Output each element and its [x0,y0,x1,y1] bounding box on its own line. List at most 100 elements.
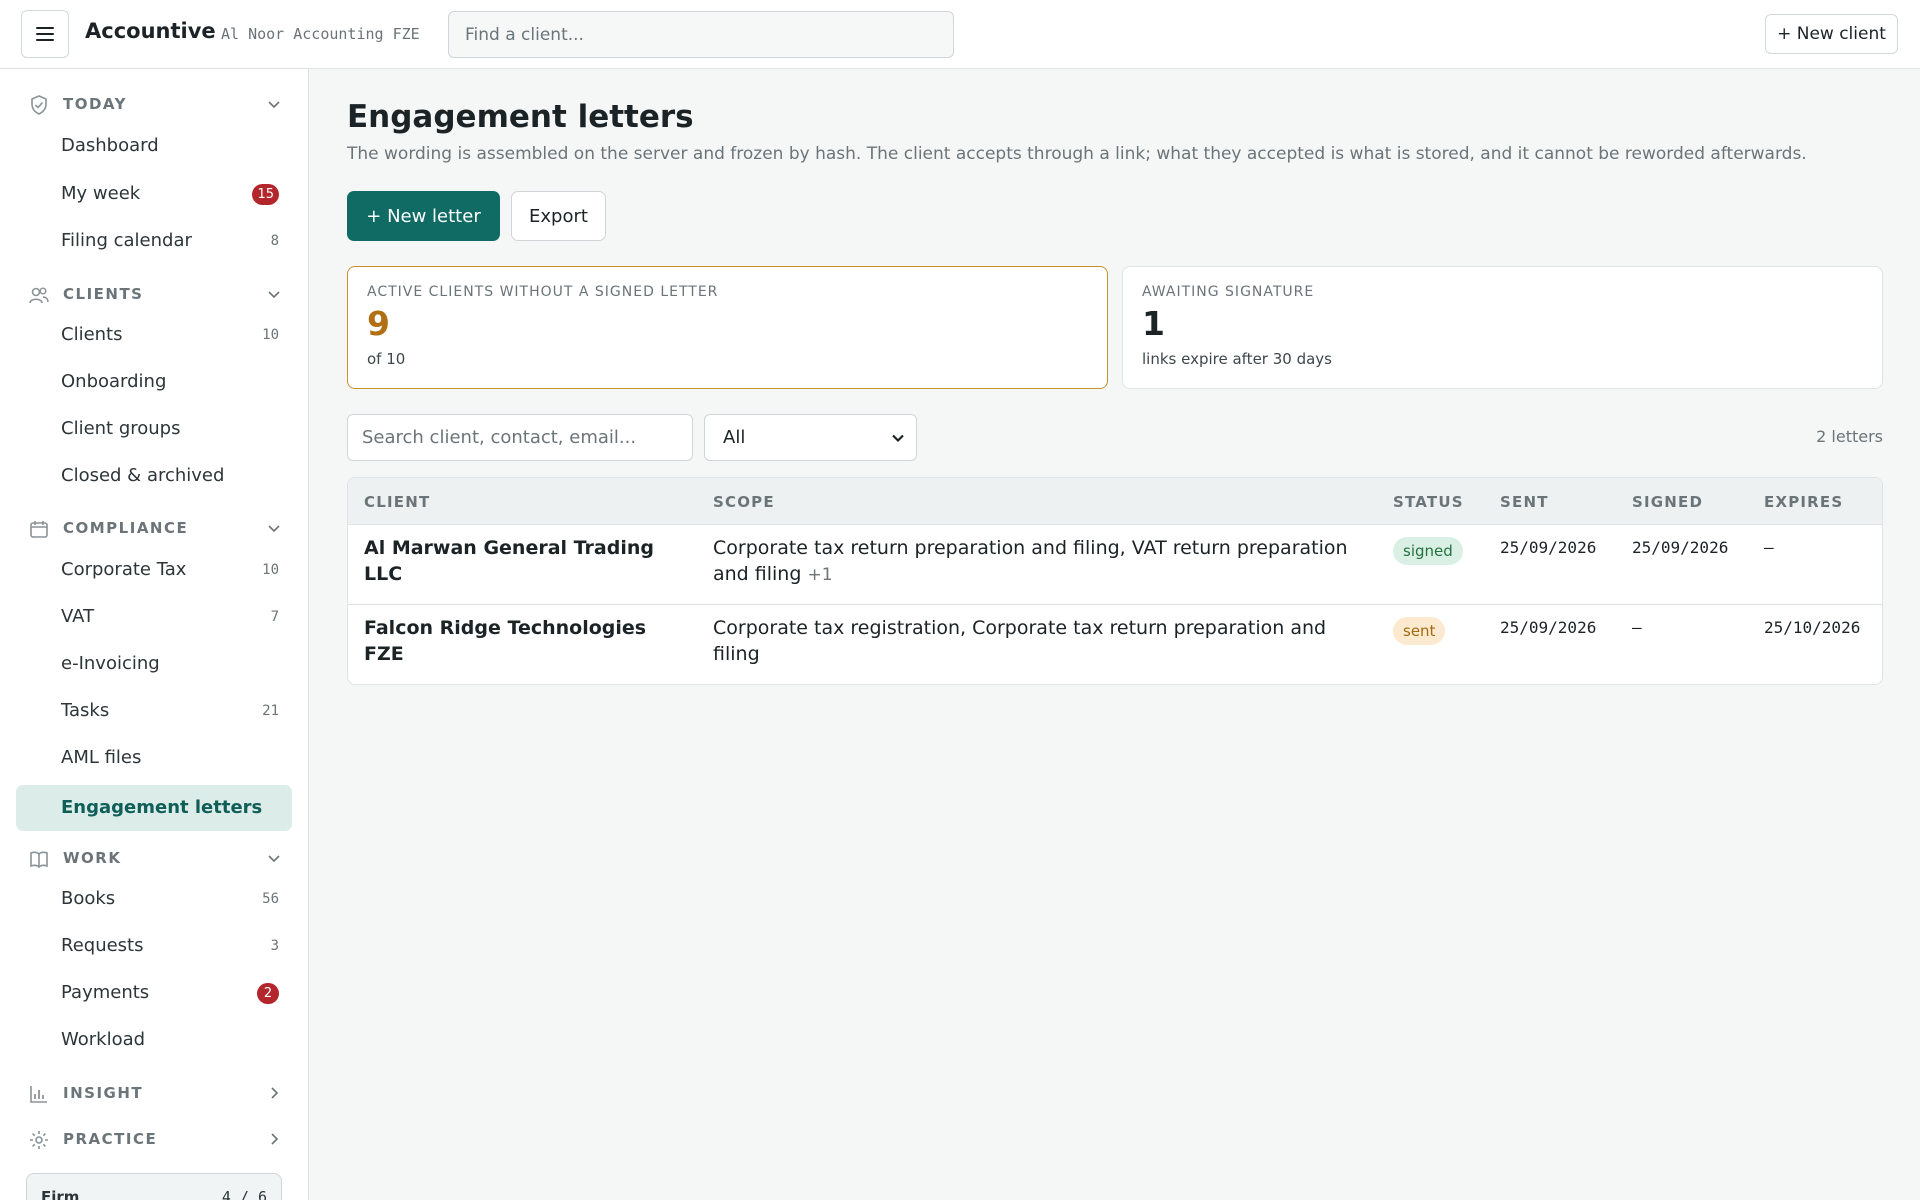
sidebar: TODAY Dashboard My week 15 Filing calend… [0,69,309,1200]
sidebar-section-insight[interactable]: INSIGHT [0,1075,308,1111]
new-letter-button[interactable]: + New letter [347,191,500,241]
sidebar-item-payments[interactable]: Payments 2 [16,970,292,1016]
top-bar: Accountive Al Noor Accounting FZE + New … [0,0,1920,69]
sidebar-item-corporate-tax[interactable]: Corporate Tax 10 [16,547,292,593]
stat-card-unsigned[interactable]: ACTIVE CLIENTS WITHOUT A SIGNED LETTER 9… [347,266,1108,389]
sidebar-item-label: Dashboard [61,135,159,156]
sent-date: 25/09/2026 [1500,538,1597,557]
status-badge: sent [1393,617,1446,645]
sidebar-item-label: Engagement letters [61,797,263,818]
sidebar-item-label: Onboarding [61,371,167,392]
sidebar-section-compliance[interactable]: COMPLIANCE [0,510,308,546]
item-count: 10 [262,562,279,578]
sidebar-item-clients[interactable]: Clients 10 [16,312,292,358]
sidebar-item-label: Corporate Tax [61,559,187,580]
chevron-right-icon [271,1133,279,1145]
sidebar-item-dashboard[interactable]: Dashboard [16,123,292,169]
stat-card-awaiting[interactable]: AWAITING SIGNATURE 1 links expire after … [1122,266,1883,389]
sidebar-item-label: Tasks [61,700,110,721]
firm-label: Firm [41,1188,80,1200]
sidebar-item-e-invoicing[interactable]: e-Invoicing [16,641,292,687]
sidebar-item-vat[interactable]: VAT 7 [16,594,292,640]
column-header-expires[interactable]: EXPIRES [1764,493,1843,511]
column-header-sent[interactable]: SENT [1500,493,1549,511]
column-header-client[interactable]: CLIENT [364,493,430,511]
status-badge: signed [1393,537,1463,565]
firm-count: 4 / 6 [221,1188,267,1200]
sidebar-section-today[interactable]: TODAY [0,86,308,122]
sidebar-item-engagement-letters[interactable]: Engagement letters [16,785,292,831]
app-name: Accountive [85,19,216,43]
page-subtitle: The wording is assembled on the server a… [347,144,1807,164]
sidebar-item-aml-files[interactable]: AML files [16,735,292,781]
table-row[interactable]: Falcon Ridge Technologies FZE Corporate … [348,605,1882,684]
sidebar-item-closed-archived[interactable]: Closed & archived [16,453,292,499]
client-name[interactable]: Al Marwan General Trading LLC [364,535,684,587]
status-filter-select[interactable]: All [704,414,917,461]
section-label: COMPLIANCE [63,519,189,537]
expires-date: — [1764,538,1774,557]
sidebar-section-clients[interactable]: CLIENTS [0,276,308,312]
sidebar-item-books[interactable]: Books 56 [16,876,292,922]
sent-date: 25/09/2026 [1500,618,1597,637]
section-label: CLIENTS [63,285,144,303]
sidebar-item-client-groups[interactable]: Client groups [16,406,292,452]
chevron-down-icon [268,855,280,863]
sidebar-item-requests[interactable]: Requests 3 [16,923,292,969]
item-count: 56 [262,891,279,907]
sidebar-item-my-week[interactable]: My week 15 [16,171,292,217]
sidebar-item-tasks[interactable]: Tasks 21 [16,688,292,734]
gear-icon [30,1131,48,1149]
stat-sub: of 10 [367,350,406,368]
sidebar-item-label: My week [61,183,141,204]
item-count: 3 [270,938,279,954]
new-client-button[interactable]: + New client [1765,14,1898,54]
menu-button[interactable] [21,10,69,58]
chevron-down-icon [268,101,280,109]
book-icon [30,851,48,869]
export-button[interactable]: Export [511,191,606,241]
sidebar-item-filing-calendar[interactable]: Filing calendar 8 [16,218,292,264]
section-label: TODAY [63,95,127,113]
sidebar-item-label: Closed & archived [61,465,225,486]
find-client-input[interactable] [448,11,954,58]
sidebar-section-practice[interactable]: PRACTICE [0,1121,308,1157]
column-header-signed[interactable]: SIGNED [1632,493,1703,511]
section-label: INSIGHT [63,1084,144,1102]
count-badge: 15 [252,184,279,205]
stat-value: 1 [1142,304,1165,343]
section-label: PRACTICE [63,1130,158,1148]
column-header-scope[interactable]: SCOPE [713,493,775,511]
stat-value: 9 [367,304,390,343]
chevron-down-icon [268,525,280,533]
sidebar-item-label: AML files [61,747,142,768]
letter-count: 2 letters [1816,427,1883,446]
table-row[interactable]: Al Marwan General Trading LLC Corporate … [348,525,1882,605]
stat-label: AWAITING SIGNATURE [1142,284,1315,300]
signed-date: 25/09/2026 [1632,538,1729,557]
column-header-status[interactable]: STATUS [1393,493,1464,511]
sidebar-item-workload[interactable]: Workload [16,1017,292,1063]
stat-label: ACTIVE CLIENTS WITHOUT A SIGNED LETTER [367,284,719,300]
count-badge: 2 [257,983,279,1004]
scope-cell: Corporate tax return preparation and fil… [713,535,1353,588]
letters-table: CLIENT SCOPE STATUS SENT SIGNED EXPIRES … [347,477,1883,685]
stat-sub: links expire after 30 days [1142,350,1332,368]
sidebar-item-label: Requests [61,935,144,956]
chevron-right-icon [271,1087,279,1099]
sidebar-item-onboarding[interactable]: Onboarding [16,359,292,405]
sidebar-item-label: Client groups [61,418,181,439]
selected-value: All [723,427,746,448]
client-name[interactable]: Falcon Ridge Technologies FZE [364,615,684,667]
sidebar-item-label: e-Invoicing [61,653,160,674]
firm-switcher[interactable]: Firm 4 / 6 [26,1173,282,1200]
signed-date: — [1632,618,1642,637]
sidebar-section-work[interactable]: WORK [0,840,308,876]
scope-more[interactable]: +1 [807,565,832,585]
expires-date: 25/10/2026 [1764,618,1861,637]
sidebar-item-label: Filing calendar [61,230,192,251]
sidebar-item-label: Workload [61,1029,146,1050]
item-count: 21 [262,703,279,719]
sidebar-item-label: Payments [61,982,150,1003]
letter-search-input[interactable] [347,414,693,461]
